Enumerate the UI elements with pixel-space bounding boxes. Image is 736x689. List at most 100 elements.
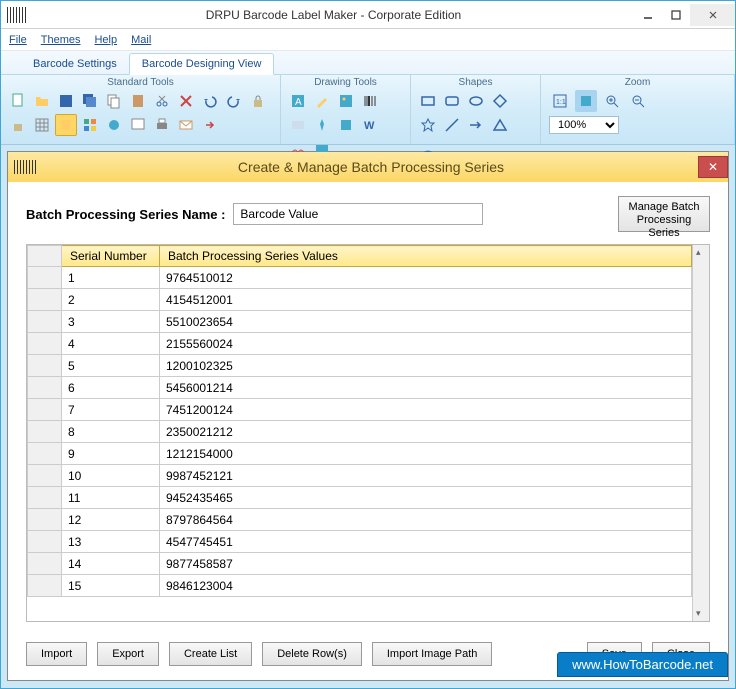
grid-icon[interactable] xyxy=(31,114,53,136)
table-row[interactable]: 2 4154512001 xyxy=(28,289,692,311)
menu-help[interactable]: Help xyxy=(94,34,117,46)
mail-icon[interactable] xyxy=(175,114,197,136)
paste-icon[interactable] xyxy=(127,90,149,112)
triangle-shape-icon[interactable] xyxy=(489,114,511,136)
cell-sn[interactable]: 8 xyxy=(62,421,160,443)
cell-sn[interactable]: 3 xyxy=(62,311,160,333)
cell-value[interactable]: 4154512001 xyxy=(160,289,692,311)
arrow-shape-icon[interactable] xyxy=(465,114,487,136)
table-row[interactable]: 7 7451200124 xyxy=(28,399,692,421)
table-row[interactable]: 12 8797864564 xyxy=(28,509,692,531)
cell-value[interactable]: 5510023654 xyxy=(160,311,692,333)
close-button[interactable] xyxy=(690,4,735,26)
text-tool-icon[interactable]: A xyxy=(287,90,309,112)
preview-icon[interactable] xyxy=(127,114,149,136)
export-icon[interactable] xyxy=(199,114,221,136)
table-row[interactable]: 14 9877458587 xyxy=(28,553,692,575)
zoomin-icon[interactable] xyxy=(601,90,623,112)
fit-icon[interactable]: 1:1 xyxy=(549,90,571,112)
row-header[interactable] xyxy=(28,399,62,421)
cell-value[interactable]: 9877458587 xyxy=(160,553,692,575)
watermark-link[interactable]: www.HowToBarcode.net xyxy=(557,652,728,677)
table-scrollbar[interactable] xyxy=(692,245,709,621)
table-row[interactable]: 6 5456001214 xyxy=(28,377,692,399)
new-icon[interactable] xyxy=(7,90,29,112)
cell-value[interactable]: 1212154000 xyxy=(160,443,692,465)
line-shape-icon[interactable] xyxy=(441,114,463,136)
ellipse-shape-icon[interactable] xyxy=(465,90,487,112)
cell-sn[interactable]: 10 xyxy=(62,465,160,487)
open-icon[interactable] xyxy=(31,90,53,112)
row-header[interactable] xyxy=(28,575,62,597)
row-header[interactable] xyxy=(28,487,62,509)
pencil-icon[interactable] xyxy=(311,90,333,112)
row-header[interactable] xyxy=(28,333,62,355)
row-header[interactable] xyxy=(28,443,62,465)
zoom-select[interactable]: 100% xyxy=(549,116,619,134)
cell-value[interactable]: 9452435465 xyxy=(160,487,692,509)
row-header[interactable] xyxy=(28,509,62,531)
table-row[interactable]: 3 5510023654 xyxy=(28,311,692,333)
row-header[interactable] xyxy=(28,289,62,311)
table-row[interactable]: 10 9987452121 xyxy=(28,465,692,487)
table-row[interactable]: 11 9452435465 xyxy=(28,487,692,509)
unlock-icon[interactable] xyxy=(7,114,29,136)
print-icon[interactable] xyxy=(151,114,173,136)
delete-rows-button[interactable]: Delete Row(s) xyxy=(262,642,362,666)
row-header[interactable] xyxy=(28,531,62,553)
diamond-shape-icon[interactable] xyxy=(489,90,511,112)
table-row[interactable]: 4 2155560024 xyxy=(28,333,692,355)
lock-icon[interactable] xyxy=(247,90,269,112)
cell-value[interactable]: 9987452121 xyxy=(160,465,692,487)
cut-icon[interactable] xyxy=(151,90,173,112)
star-shape-icon[interactable] xyxy=(417,114,439,136)
table-row[interactable]: 5 1200102325 xyxy=(28,355,692,377)
menu-mail[interactable]: Mail xyxy=(131,34,151,46)
undo-icon[interactable] xyxy=(199,90,221,112)
export-button[interactable]: Export xyxy=(97,642,159,666)
table-row[interactable]: 8 2350021212 xyxy=(28,421,692,443)
fitpage-icon[interactable] xyxy=(575,90,597,112)
tab-barcode-settings[interactable]: Barcode Settings xyxy=(21,54,129,74)
copy-icon[interactable] xyxy=(103,90,125,112)
dialog-close-button[interactable]: ✕ xyxy=(698,156,728,178)
image-tool-icon[interactable] xyxy=(335,90,357,112)
cell-sn[interactable]: 7 xyxy=(62,399,160,421)
delete-icon[interactable] xyxy=(175,90,197,112)
maximize-button[interactable] xyxy=(662,4,690,26)
col-values[interactable]: Batch Processing Series Values xyxy=(160,246,692,267)
zoomout-icon[interactable] xyxy=(627,90,649,112)
cell-value[interactable]: 5456001214 xyxy=(160,377,692,399)
cell-value[interactable]: 9846123004 xyxy=(160,575,692,597)
table-row[interactable]: 13 4547745451 xyxy=(28,531,692,553)
row-header[interactable] xyxy=(28,377,62,399)
col-serial[interactable]: Serial Number xyxy=(62,246,160,267)
import-image-button[interactable]: Import Image Path xyxy=(372,642,493,666)
library-icon[interactable] xyxy=(335,114,357,136)
color-icon[interactable] xyxy=(79,114,101,136)
cell-sn[interactable]: 15 xyxy=(62,575,160,597)
rect-shape-icon[interactable] xyxy=(417,90,439,112)
row-header[interactable] xyxy=(28,465,62,487)
watermark-icon[interactable] xyxy=(287,114,309,136)
row-header[interactable] xyxy=(28,421,62,443)
cell-sn[interactable]: 11 xyxy=(62,487,160,509)
redo-icon[interactable] xyxy=(223,90,245,112)
row-header[interactable] xyxy=(28,267,62,289)
saveall-icon[interactable] xyxy=(79,90,101,112)
cell-sn[interactable]: 4 xyxy=(62,333,160,355)
minimize-button[interactable] xyxy=(634,4,662,26)
row-header[interactable] xyxy=(28,553,62,575)
cell-value[interactable]: 8797864564 xyxy=(160,509,692,531)
row-header[interactable] xyxy=(28,311,62,333)
cell-value[interactable]: 4547745451 xyxy=(160,531,692,553)
cell-sn[interactable]: 1 xyxy=(62,267,160,289)
roundrect-shape-icon[interactable] xyxy=(441,90,463,112)
menu-themes[interactable]: Themes xyxy=(41,34,81,46)
menu-file[interactable]: File xyxy=(9,34,27,46)
import-button[interactable]: Import xyxy=(26,642,87,666)
series-name-input[interactable] xyxy=(233,203,483,225)
cell-sn[interactable]: 12 xyxy=(62,509,160,531)
wizard-icon[interactable] xyxy=(103,114,125,136)
tab-barcode-designing[interactable]: Barcode Designing View xyxy=(129,53,275,75)
